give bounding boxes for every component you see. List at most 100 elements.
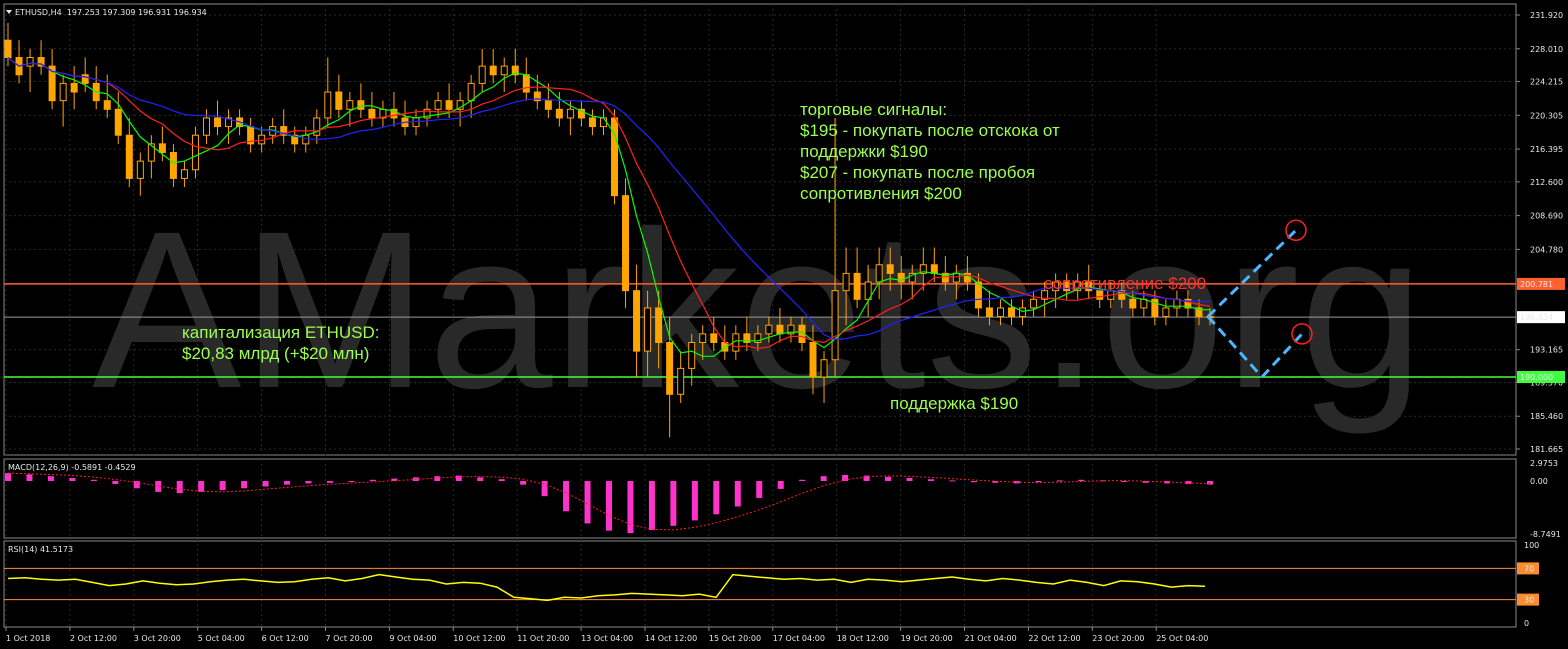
candle-body [710,333,718,343]
candle-body [666,341,674,395]
watermark: AMarkets.org [92,185,1424,435]
trading-signals-note: торговые сигналы: $195 - покупать после … [800,100,1060,203]
macd-histogram-bar [305,481,312,484]
candle-body [346,100,354,110]
candle-body [412,117,420,128]
current-price-text: 196.934 [1520,313,1553,322]
macd-histogram-bar [241,481,248,489]
macd-histogram-bar [1035,481,1042,483]
macd-histogram-bar [477,477,484,482]
candle-body [114,108,122,136]
price-tick-label: 185.460 [1530,412,1563,421]
macd-histogram-bar [820,476,827,482]
price-tick-label: 231.920 [1530,11,1563,20]
macd-header: MACD(12,26,9) -0.5891 -0.4529 [8,463,136,472]
macd-axis-label: -8.7491 [1530,530,1561,539]
candle-body [875,264,883,283]
candle-body [930,264,938,274]
candle-body [434,100,442,110]
candle-body [158,143,166,153]
candle-body [103,100,111,110]
macd-histogram-bar [219,481,226,491]
macd-histogram-bar [284,481,291,485]
candle-body [555,108,563,119]
candle-body [4,39,12,58]
time-tick-label: 19 Oct 20:00 [901,634,953,643]
price-tick-label: 181.665 [1530,445,1563,454]
macd-histogram-bar [885,476,892,482]
candle-body [765,324,773,335]
support-price-text: 190.000 [1520,373,1553,382]
candle-body [214,117,222,128]
time-tick-label: 21 Oct 04:00 [965,634,1017,643]
candle-body [147,143,155,162]
macd-histogram-bar [799,479,806,482]
macd-histogram-bar [1078,479,1085,482]
time-tick-label: 2 Oct 12:00 [70,634,117,643]
time-tick-label: 22 Oct 12:00 [1028,634,1080,643]
price-tick-label: 193.165 [1530,346,1563,355]
candle-body [688,341,696,369]
candle-body [81,74,89,84]
time-tick-label: 23 Oct 20:00 [1092,634,1144,643]
price-tick-label: 212.600 [1530,178,1563,187]
candle-body [985,307,993,318]
macd-histogram-bar [606,481,612,531]
macd-histogram-bar [69,477,76,482]
macd-histogram-bar [563,481,570,512]
candle-body [1019,307,1027,318]
price-tick-label: 228.010 [1530,45,1563,54]
rsi-panel-frame [3,540,1517,628]
candle-body [125,134,133,179]
macd-histogram-bar [369,479,376,482]
candle-body [599,117,607,128]
macd-histogram-bar [5,473,11,482]
candle-body [180,169,188,179]
macd-axis-label: 2.9753 [1530,459,1558,468]
time-tick-label: 7 Oct 20:00 [326,634,373,643]
candle-body [655,307,663,343]
macd-histogram-bar [326,481,333,483]
macd-histogram-bar [970,481,977,483]
candle-body [59,82,67,102]
time-tick-label: 11 Oct 20:00 [517,634,569,643]
candle-body [489,65,497,76]
time-tick-label: 9 Oct 04:00 [389,634,436,643]
time-tick-label: 17 Oct 04:00 [773,634,825,643]
macd-panel-frame [3,458,1517,539]
resistance-price-text: 200.781 [1520,280,1553,289]
candle-body [644,307,652,352]
time-tick-label: 10 Oct 12:00 [453,634,505,643]
candle-body [478,65,486,84]
price-tick-label: 204.780 [1530,245,1563,254]
candle-body [677,367,685,395]
candle-body [500,65,508,76]
candle-body [522,74,530,93]
macd-axis-label: 0.00 [1530,477,1548,486]
time-tick-label: 3 Oct 20:00 [134,634,181,643]
macd-histogram-bar [1121,481,1128,483]
macd-histogram-bar [691,481,698,521]
macd-histogram-bar [520,481,527,485]
macd-histogram-bar [906,477,913,482]
rsi-level-text: 30 [1524,596,1534,605]
time-tick-label: 5 Oct 04:00 [198,634,245,643]
macd-histogram-bar [670,481,677,526]
macd-histogram-bar [756,481,763,498]
macd-histogram-bar [734,481,741,507]
rsi-line [7,573,1206,602]
candle-body [853,272,861,300]
candle-body [842,272,850,292]
candle-body [136,160,144,179]
candle-body [1129,298,1137,309]
macd-histogram-bar [90,479,97,482]
macd-histogram-bar [1056,480,1063,482]
price-tick-label: 220.305 [1530,111,1563,120]
candle-body [809,341,817,378]
macd-histogram-bar [541,481,548,497]
macd-histogram-bar [112,481,119,485]
candle-body [1008,307,1016,318]
capitalization-note: капитализация ETHUSD: $20,83 млрд (+$20 … [182,323,380,363]
macd-histogram-bar [262,481,269,487]
price-tick-label: 208.690 [1530,212,1563,221]
